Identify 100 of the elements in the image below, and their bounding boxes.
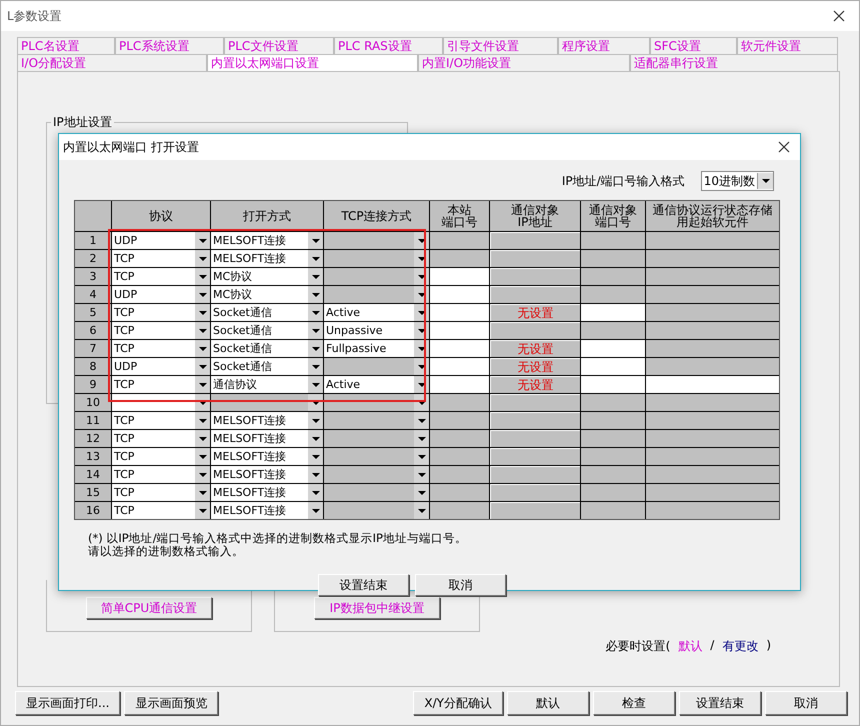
port-cell[interactable]	[430, 448, 489, 465]
device-cell[interactable]	[646, 286, 779, 303]
open-method-dropdown[interactable]: 通信协议	[211, 376, 323, 393]
port-cell[interactable]	[581, 466, 645, 483]
tab[interactable]: 程序设置	[558, 37, 650, 54]
open-method-dropdown[interactable]: Socket通信	[211, 358, 323, 375]
port-cell[interactable]	[430, 502, 489, 519]
open-method-dropdown[interactable]: MELSOFT连接	[211, 430, 323, 447]
port-cell[interactable]	[430, 358, 489, 375]
close-icon[interactable]	[778, 141, 790, 153]
device-cell[interactable]	[646, 412, 779, 429]
port-cell[interactable]	[430, 484, 489, 501]
footer-button[interactable]: 显示画面打印...	[15, 691, 120, 715]
device-cell[interactable]	[646, 484, 779, 501]
ip-address-cell[interactable]	[490, 250, 580, 267]
ip-address-cell[interactable]	[490, 448, 580, 465]
tcp-method-dropdown[interactable]: Unpassive	[324, 322, 429, 339]
protocol-dropdown[interactable]: TCP	[112, 466, 210, 483]
tab[interactable]: SFC设置	[650, 37, 737, 54]
port-cell[interactable]	[581, 430, 645, 447]
device-cell[interactable]	[646, 322, 779, 339]
protocol-dropdown[interactable]: UDP	[112, 358, 210, 375]
port-cell[interactable]	[581, 232, 645, 249]
tab[interactable]: 软元件设置	[737, 37, 838, 54]
close-icon[interactable]	[833, 10, 845, 22]
protocol-dropdown[interactable]: UDP	[112, 286, 210, 303]
tab[interactable]: 内置I/O功能设置	[418, 54, 630, 71]
device-cell[interactable]	[646, 358, 779, 375]
tab[interactable]: PLC RAS设置	[334, 37, 443, 54]
tcp-method-dropdown[interactable]	[324, 250, 429, 267]
ip-address-cell[interactable]	[490, 484, 580, 501]
protocol-dropdown[interactable]: TCP	[112, 376, 210, 393]
protocol-dropdown[interactable]: TCP	[112, 268, 210, 285]
settings-button[interactable]: 简单CPU通信设置	[86, 597, 212, 619]
device-cell[interactable]	[646, 232, 779, 249]
open-method-dropdown[interactable]: MELSOFT连接	[211, 232, 323, 249]
tcp-method-dropdown[interactable]	[324, 358, 429, 375]
protocol-dropdown[interactable]: TCP	[112, 502, 210, 519]
protocol-dropdown[interactable]: TCP	[112, 304, 210, 321]
ip-address-cell[interactable]	[490, 502, 580, 519]
port-cell[interactable]	[581, 286, 645, 303]
device-cell[interactable]	[646, 376, 779, 393]
tab[interactable]: 内置以太网端口设置	[207, 54, 418, 71]
port-cell[interactable]	[430, 376, 489, 393]
ip-address-cell[interactable]	[490, 394, 580, 411]
tab[interactable]: PLC名设置	[17, 37, 115, 54]
device-cell[interactable]	[646, 340, 779, 357]
port-cell[interactable]	[581, 304, 645, 321]
open-method-dropdown[interactable]: MC协议	[211, 286, 323, 303]
device-cell[interactable]	[646, 268, 779, 285]
ip-address-cell[interactable]	[490, 322, 580, 339]
port-cell[interactable]	[430, 304, 489, 321]
open-method-dropdown[interactable]: MC协议	[211, 268, 323, 285]
port-cell[interactable]	[581, 502, 645, 519]
protocol-dropdown[interactable]: UDP	[112, 232, 210, 249]
open-method-dropdown[interactable]: Socket通信	[211, 322, 323, 339]
device-cell[interactable]	[646, 394, 779, 411]
protocol-dropdown[interactable]: TCP	[112, 484, 210, 501]
open-method-dropdown[interactable]: MELSOFT连接	[211, 448, 323, 465]
port-cell[interactable]	[581, 394, 645, 411]
device-cell[interactable]	[646, 466, 779, 483]
port-cell[interactable]	[430, 412, 489, 429]
protocol-dropdown[interactable]: TCP	[112, 340, 210, 357]
dialog-button[interactable]: 设置结束	[318, 574, 409, 596]
protocol-dropdown[interactable]: TCP	[112, 412, 210, 429]
tcp-method-dropdown[interactable]	[324, 268, 429, 285]
port-cell[interactable]	[581, 340, 645, 357]
open-method-dropdown[interactable]: Socket通信	[211, 304, 323, 321]
port-cell[interactable]	[581, 322, 645, 339]
port-cell[interactable]	[430, 322, 489, 339]
device-cell[interactable]	[646, 250, 779, 267]
open-method-dropdown[interactable]: MELSOFT连接	[211, 466, 323, 483]
settings-button[interactable]: IP数据包中继设置	[314, 597, 440, 619]
device-cell[interactable]	[646, 448, 779, 465]
tab[interactable]: 适配器串行设置	[630, 54, 838, 71]
tab[interactable]: 引导文件设置	[443, 37, 558, 54]
port-cell[interactable]	[430, 232, 489, 249]
port-cell[interactable]	[581, 358, 645, 375]
port-cell[interactable]	[581, 268, 645, 285]
tab[interactable]: PLC文件设置	[224, 37, 334, 54]
open-method-dropdown[interactable]: Socket通信	[211, 340, 323, 357]
dialog-button[interactable]: 取消	[415, 574, 506, 596]
footer-button[interactable]: 设置结束	[679, 691, 761, 715]
tab[interactable]: PLC系统设置	[115, 37, 224, 54]
ip-address-cell[interactable]	[490, 466, 580, 483]
port-cell[interactable]	[581, 448, 645, 465]
protocol-dropdown[interactable]: TCP	[112, 250, 210, 267]
footer-button[interactable]: 取消	[765, 691, 847, 715]
tcp-method-dropdown[interactable]: Active	[324, 376, 429, 393]
port-cell[interactable]	[430, 268, 489, 285]
port-cell[interactable]	[430, 250, 489, 267]
ip-address-cell[interactable]	[490, 268, 580, 285]
footer-button[interactable]: 检查	[593, 691, 675, 715]
tcp-method-dropdown[interactable]	[324, 232, 429, 249]
device-cell[interactable]	[646, 502, 779, 519]
protocol-dropdown[interactable]: TCP	[112, 430, 210, 447]
ip-address-cell[interactable]	[490, 412, 580, 429]
open-method-dropdown[interactable]: MELSOFT连接	[211, 502, 323, 519]
open-method-dropdown[interactable]: MELSOFT连接	[211, 250, 323, 267]
tcp-method-dropdown[interactable]: Fullpassive	[324, 340, 429, 357]
